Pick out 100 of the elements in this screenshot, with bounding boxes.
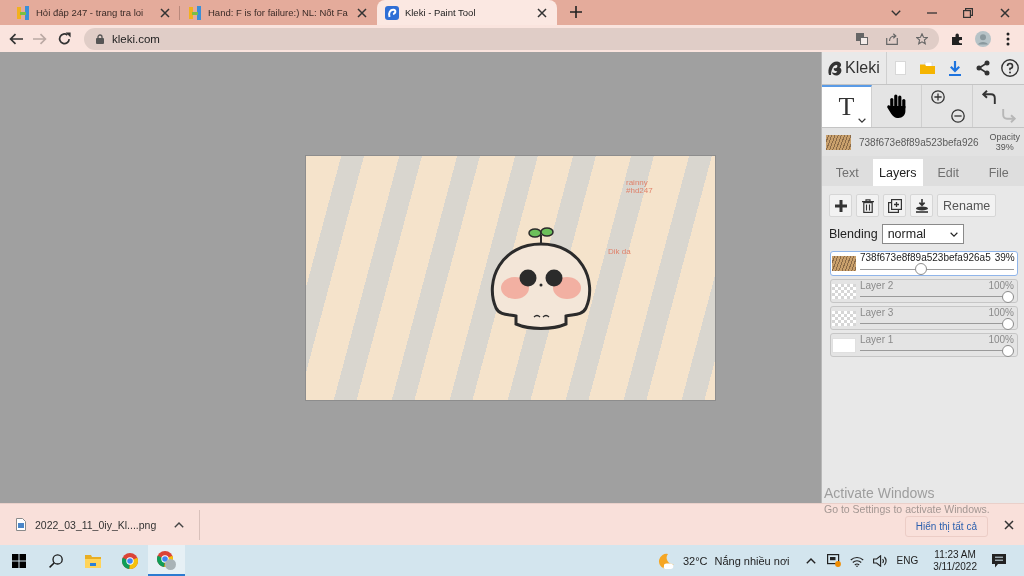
plus-icon bbox=[569, 6, 582, 18]
browser-tab[interactable]: Hỏi đáp 247 - trang tra loi bbox=[8, 0, 180, 25]
translate-icon bbox=[856, 32, 868, 45]
layer-name: Layer 3 bbox=[860, 306, 894, 318]
canvas-text: #hd247 bbox=[626, 186, 653, 195]
file-icon bbox=[16, 518, 26, 531]
folder-icon bbox=[920, 62, 936, 74]
close-icon bbox=[160, 7, 170, 18]
layer-name: Layer 2 bbox=[860, 279, 894, 291]
slider-thumb[interactable] bbox=[1002, 317, 1014, 330]
opacity-value: 100% bbox=[988, 279, 1014, 291]
folder-icon bbox=[84, 553, 101, 568]
search-icon bbox=[48, 553, 63, 568]
layer-name: 738f673e8f89a523befa926a5 bbox=[860, 252, 991, 263]
weather-icon bbox=[657, 552, 674, 569]
show-all-button[interactable]: Hiển thị tất cả bbox=[904, 516, 988, 537]
plus-icon bbox=[834, 199, 847, 212]
layer-name: Layer 1 bbox=[860, 333, 894, 345]
text-tool-button[interactable]: T bbox=[822, 85, 872, 127]
restore-icon bbox=[963, 7, 973, 18]
blending-dropdown[interactable]: normal bbox=[881, 224, 964, 244]
undo-button[interactable] bbox=[979, 87, 999, 106]
redo-arrow-icon bbox=[1002, 108, 1016, 123]
delete-layer-button[interactable] bbox=[856, 194, 879, 217]
close-icon bbox=[356, 7, 367, 18]
share-icon bbox=[886, 32, 898, 45]
menu-icon bbox=[1005, 31, 1010, 46]
clock-time[interactable]: 11:23 AM bbox=[934, 548, 976, 561]
minimize-icon bbox=[927, 11, 937, 14]
wifi-icon bbox=[849, 554, 864, 567]
panel-tab[interactable]: Edit bbox=[923, 159, 974, 186]
file-name[interactable]: 2022_03_11_0iy_Kl....png bbox=[35, 518, 157, 531]
slider-thumb[interactable] bbox=[1002, 290, 1014, 303]
chrome-logo-icon bbox=[157, 551, 176, 570]
logo-text: Kleki bbox=[845, 59, 880, 77]
panel-tab[interactable]: Layers bbox=[872, 159, 923, 186]
panel-tab[interactable]: File bbox=[973, 159, 1024, 186]
layer-thumbnail bbox=[832, 310, 856, 326]
browser-tab[interactable]: Hand: F is for failure:) NL: Nốt Fa bbox=[180, 0, 377, 25]
temperature-text[interactable]: 32°C bbox=[682, 554, 708, 567]
slider-thumb[interactable] bbox=[1002, 344, 1014, 357]
hand-icon bbox=[886, 94, 907, 118]
puzzle-icon bbox=[951, 32, 964, 45]
browser-tab[interactable]: Kleki - Paint Tool bbox=[376, 0, 557, 25]
browser-button[interactable] bbox=[148, 545, 185, 576]
zoom-in-icon bbox=[931, 89, 945, 104]
arrow-right-icon bbox=[33, 32, 47, 45]
caret-up-icon bbox=[805, 557, 816, 564]
duplicate-icon bbox=[887, 198, 902, 213]
canvas-text: rainny bbox=[626, 178, 648, 187]
windows-logo-icon bbox=[11, 553, 26, 568]
panel-tab[interactable]: Text bbox=[822, 159, 873, 186]
blank-page-icon bbox=[894, 61, 906, 75]
speaker-icon bbox=[872, 554, 887, 567]
swirl-logo-icon bbox=[827, 60, 843, 76]
close-icon bbox=[1000, 7, 1010, 18]
close-icon bbox=[1004, 519, 1014, 530]
chrome-logo-icon bbox=[121, 552, 138, 569]
chevron-down-icon bbox=[949, 231, 958, 237]
duplicate-layer-button[interactable] bbox=[883, 194, 906, 217]
share-icon bbox=[975, 60, 990, 76]
zoom-in-button[interactable] bbox=[928, 87, 948, 106]
url-text: kleki.com bbox=[112, 32, 160, 45]
opacity-label: Opacity bbox=[989, 132, 1020, 142]
slider-thumb[interactable] bbox=[915, 263, 928, 275]
layer-name: 738f673e8f89a523befa926 bbox=[859, 136, 980, 148]
chevron-down-icon bbox=[891, 9, 901, 16]
weather-text[interactable]: Nắng nhiều nơi bbox=[714, 554, 790, 567]
blending-label: Blending bbox=[829, 227, 878, 241]
arrow-left-icon bbox=[9, 32, 23, 45]
merge-down-button[interactable] bbox=[910, 194, 933, 217]
opacity-value: 100% bbox=[988, 306, 1014, 318]
caret-icon bbox=[858, 118, 866, 123]
star-icon bbox=[916, 32, 928, 45]
add-layer-button[interactable] bbox=[829, 194, 852, 217]
layer-thumbnail bbox=[826, 134, 851, 150]
layer-item[interactable]: 738f673e8f89a523befa926a5 39% bbox=[830, 251, 1018, 276]
layer-thumbnail bbox=[832, 283, 856, 299]
avatar-icon bbox=[974, 30, 991, 47]
activation-title: Activate Windows bbox=[824, 485, 936, 501]
opacity-value: 39% bbox=[995, 142, 1014, 152]
monitor-icon bbox=[826, 554, 841, 567]
rename-button[interactable]: Rename bbox=[937, 194, 997, 217]
language-indicator[interactable]: ENG bbox=[894, 555, 921, 566]
opacity-value: 39% bbox=[994, 252, 1015, 263]
canvas-text: Dik da bbox=[608, 247, 631, 256]
swirl-logo-icon bbox=[384, 5, 399, 20]
undo-arrow-icon bbox=[982, 89, 996, 104]
address-bar[interactable]: kleki.com bbox=[84, 27, 939, 50]
lock-icon bbox=[96, 33, 104, 44]
merge-down-icon bbox=[914, 198, 929, 213]
h-logo-icon bbox=[188, 5, 202, 20]
clock-date[interactable]: 3/11/2022 bbox=[933, 560, 977, 573]
trash-icon bbox=[861, 198, 874, 213]
reload-icon bbox=[57, 32, 71, 45]
layer-thumbnail bbox=[832, 256, 856, 271]
help-icon bbox=[1001, 59, 1020, 77]
caret-up-icon bbox=[174, 521, 185, 528]
layer-thumbnail bbox=[832, 337, 856, 353]
zoom-out-button[interactable] bbox=[948, 106, 968, 125]
